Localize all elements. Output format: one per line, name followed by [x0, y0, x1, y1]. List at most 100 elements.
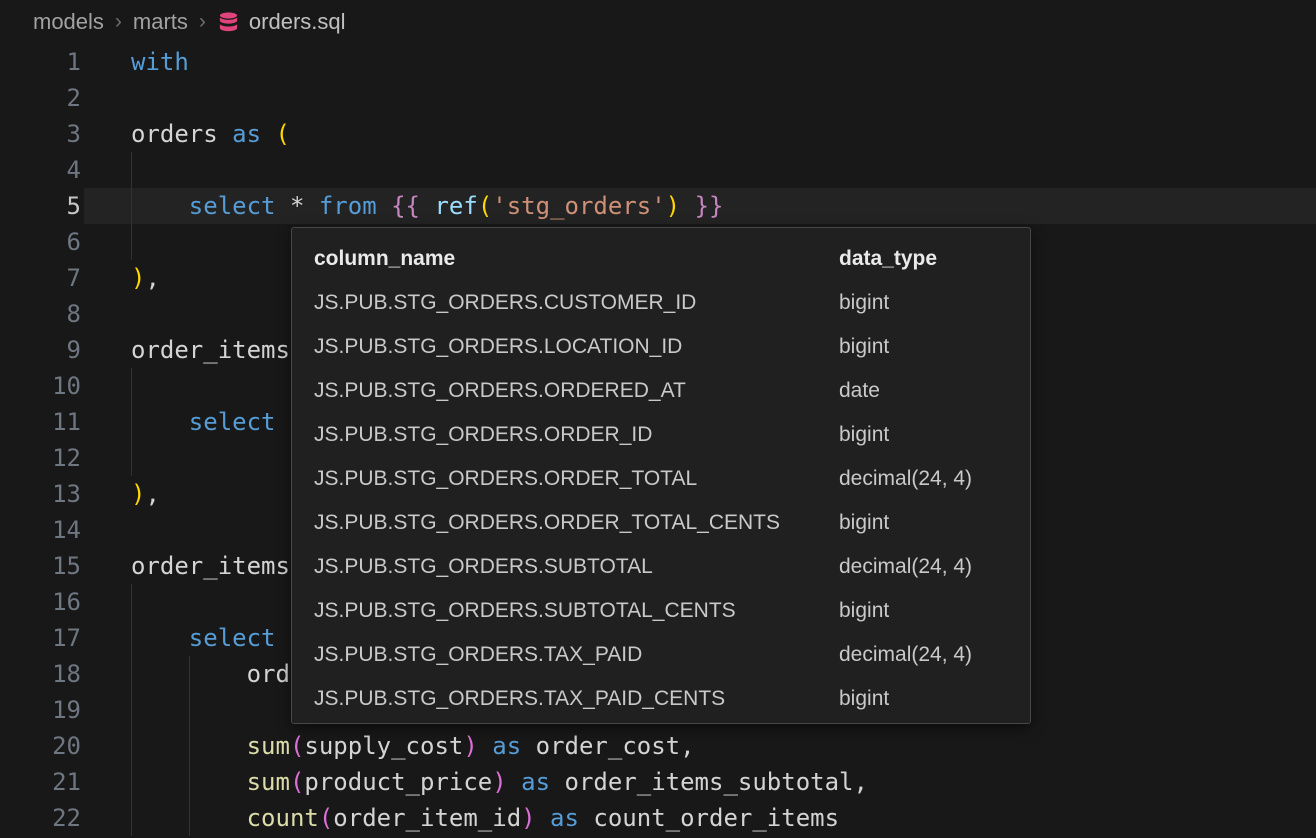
line-number[interactable]: 11	[0, 408, 81, 436]
code-token: count_order_items	[593, 804, 839, 832]
column-row: JS.PUB.STG_ORDERS.TAX_PAID_CENTSbigint	[292, 677, 1030, 721]
code-line-4: 4	[0, 152, 1316, 188]
code-token: supply_cost	[304, 732, 463, 760]
column-name-cell: JS.PUB.STG_ORDERS.SUBTOTAL_CENTS	[314, 599, 839, 623]
line-content[interactable]: order_items	[81, 336, 290, 364]
code-token: as	[232, 120, 261, 148]
column-name-cell: JS.PUB.STG_ORDERS.ORDER_ID	[314, 423, 839, 447]
line-content[interactable]: count(order_item_id) as count_order_item…	[81, 804, 839, 832]
line-content[interactable]: sum(product_price) as order_items_subtot…	[81, 768, 868, 796]
code-token: {{	[391, 192, 420, 220]
indent-guide	[131, 656, 132, 692]
column-name-cell: JS.PUB.STG_ORDERS.LOCATION_ID	[314, 335, 839, 359]
code-token: select	[189, 408, 276, 436]
indent-guide	[131, 728, 132, 764]
code-token	[131, 192, 189, 220]
code-token: ,	[854, 768, 868, 796]
line-number[interactable]: 1	[0, 48, 81, 76]
code-token	[304, 192, 318, 220]
breadcrumb: models › marts › orders.sql	[0, 0, 1316, 44]
line-number[interactable]: 4	[0, 156, 81, 184]
line-content[interactable]: select	[81, 624, 276, 652]
column-name-cell: JS.PUB.STG_ORDERS.CUSTOMER_ID	[314, 291, 839, 315]
indent-guide	[131, 224, 132, 260]
code-token: orders	[131, 120, 232, 148]
line-number[interactable]: 22	[0, 804, 81, 832]
line-content[interactable]: select	[81, 408, 276, 436]
line-number[interactable]: 14	[0, 516, 81, 544]
breadcrumb-separator: ›	[199, 10, 206, 34]
code-token: *	[290, 192, 304, 220]
code-token: )	[131, 264, 145, 292]
code-line-22: 22 count(order_item_id) as count_order_i…	[0, 800, 1316, 836]
indent-guide	[131, 368, 132, 404]
code-token: )	[666, 192, 680, 220]
line-content[interactable]: ),	[81, 264, 160, 292]
line-content[interactable]: ord	[81, 660, 290, 688]
code-token	[680, 192, 694, 220]
line-content[interactable]: ),	[81, 480, 160, 508]
column-name-cell: JS.PUB.STG_ORDERS.TAX_PAID_CENTS	[314, 687, 839, 711]
code-token: order_item_id	[333, 804, 521, 832]
line-number[interactable]: 12	[0, 444, 81, 472]
line-number[interactable]: 21	[0, 768, 81, 796]
code-token: }}	[695, 192, 724, 220]
line-number[interactable]: 2	[0, 84, 81, 112]
breadcrumb-item-marts[interactable]: marts	[133, 9, 188, 35]
line-number[interactable]: 5	[0, 192, 81, 220]
data-type-cell: decimal(24, 4)	[839, 643, 972, 667]
code-token: as	[521, 768, 550, 796]
code-token: (	[290, 768, 304, 796]
code-token	[521, 732, 535, 760]
breadcrumb-file[interactable]: orders.sql	[249, 9, 346, 35]
code-token: ,	[680, 732, 694, 760]
code-token: )	[463, 732, 477, 760]
line-number[interactable]: 3	[0, 120, 81, 148]
column-row: JS.PUB.STG_ORDERS.LOCATION_IDbigint	[292, 325, 1030, 369]
line-number[interactable]: 16	[0, 588, 81, 616]
code-token: )	[492, 768, 506, 796]
code-token: select	[189, 192, 276, 220]
indent-guide	[189, 692, 190, 728]
line-number[interactable]: 13	[0, 480, 81, 508]
line-number[interactable]: 8	[0, 300, 81, 328]
code-token	[536, 804, 550, 832]
popup-header-row: column_namedata_type	[292, 237, 1030, 281]
column-row: JS.PUB.STG_ORDERS.ORDER_TOTAL_CENTSbigin…	[292, 501, 1030, 545]
line-number[interactable]: 6	[0, 228, 81, 256]
column-name-cell: JS.PUB.STG_ORDERS.ORDER_TOTAL_CENTS	[314, 511, 839, 535]
line-number[interactable]: 20	[0, 732, 81, 760]
indent-guide	[131, 440, 132, 476]
line-number[interactable]: 19	[0, 696, 81, 724]
popup-header-column_name: column_name	[314, 247, 839, 271]
code-token	[131, 624, 189, 652]
line-content[interactable]: select * from {{ ref('stg_orders') }}	[81, 192, 723, 220]
column-name-cell: JS.PUB.STG_ORDERS.TAX_PAID	[314, 643, 839, 667]
line-number[interactable]: 18	[0, 660, 81, 688]
code-token: sum	[247, 768, 290, 796]
column-row: JS.PUB.STG_ORDERS.CUSTOMER_IDbigint	[292, 281, 1030, 325]
line-number[interactable]: 10	[0, 372, 81, 400]
line-content[interactable]: orders as (	[81, 120, 290, 148]
breadcrumb-item-models[interactable]: models	[33, 9, 104, 35]
data-type-cell: bigint	[839, 687, 889, 711]
line-number[interactable]: 15	[0, 552, 81, 580]
line-content[interactable]: sum(supply_cost) as order_cost,	[81, 732, 695, 760]
code-token	[377, 192, 391, 220]
code-token: ord	[247, 660, 290, 688]
line-number[interactable]: 7	[0, 264, 81, 292]
data-type-cell: bigint	[839, 335, 889, 359]
line-content[interactable]: with	[81, 48, 189, 76]
code-token: )	[521, 804, 535, 832]
code-token: as	[550, 804, 579, 832]
line-number[interactable]: 17	[0, 624, 81, 652]
code-token: from	[319, 192, 377, 220]
line-number[interactable]: 9	[0, 336, 81, 364]
code-token	[261, 120, 275, 148]
line-content[interactable]: order_items	[81, 552, 290, 580]
data-type-cell: bigint	[839, 599, 889, 623]
indent-guide	[189, 764, 190, 800]
code-token	[507, 768, 521, 796]
code-token: order_items	[131, 552, 290, 580]
code-token	[131, 408, 189, 436]
